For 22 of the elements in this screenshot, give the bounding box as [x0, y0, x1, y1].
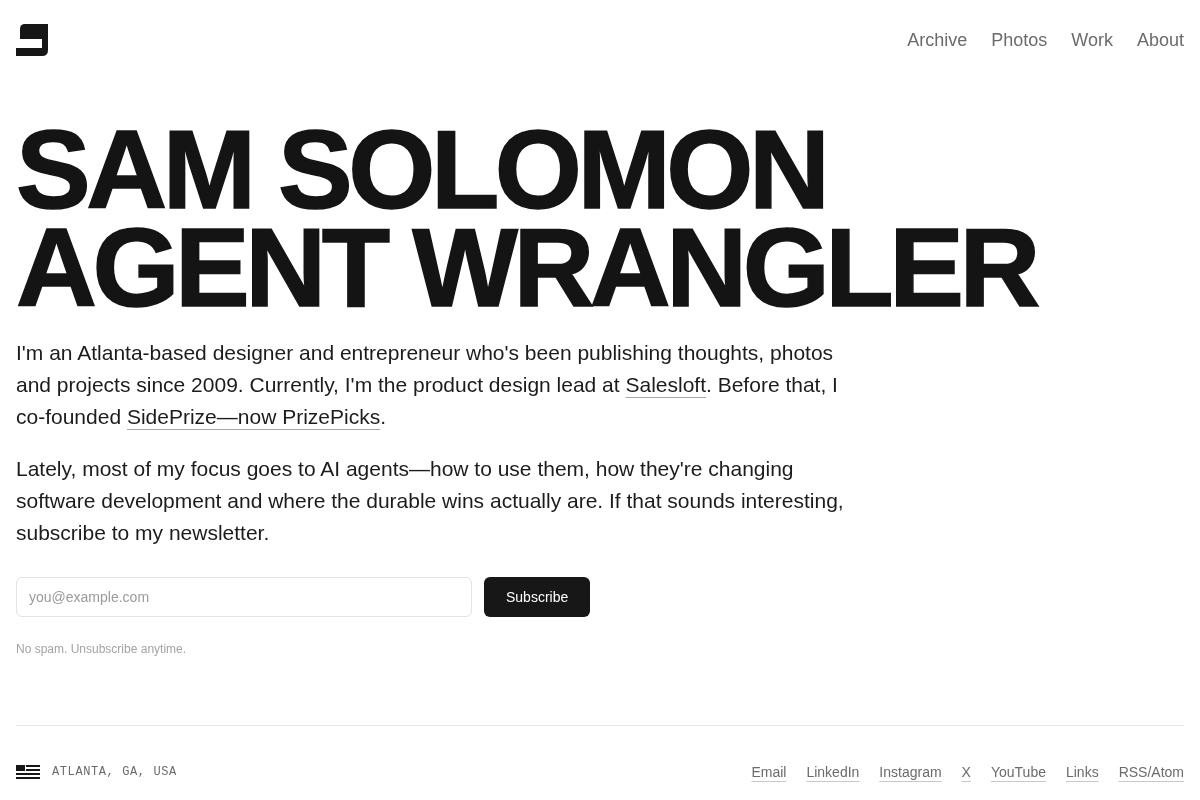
footer-link[interactable]: X: [961, 762, 971, 782]
subscribe-button[interactable]: Subscribe: [484, 577, 591, 617]
text-link[interactable]: SidePrize—now PrizePicks: [126, 405, 381, 428]
intro-paragraph: I'm an Atlanta-based designer and entrepreneur who's been publishing thoughts, photos and projects since 2009. Currently, I'm the product design lead at Salesloft. Before that, I co-founded SidePrize—now PrizePicks.: [16, 340, 839, 430]
footer-link[interactable]: YouTube: [990, 762, 1046, 782]
nav-link[interactable]: Work: [1071, 26, 1113, 54]
newsletter-note: No spam. Unsubscribe anytime.: [16, 641, 188, 657]
footer-link[interactable]: RSS/Atom: [1118, 762, 1184, 782]
nav-link[interactable]: Archive: [907, 26, 968, 54]
footer-link[interactable]: LinkedIn: [806, 762, 860, 782]
s-logo-icon[interactable]: [16, 24, 48, 56]
nav-link[interactable]: Photos: [991, 26, 1048, 54]
flag-icon: [16, 765, 40, 779]
footer-link[interactable]: Instagram: [879, 762, 942, 782]
location-text: ATLANTA, GA, USA: [52, 764, 177, 781]
footer-link[interactable]: Email: [751, 762, 787, 782]
hero-title: SAM SOLOMON AGENT WRANGLER: [16, 121, 1038, 317]
text-link[interactable]: Salesloft: [625, 373, 706, 396]
email-input-field[interactable]: you@example.com: [16, 577, 472, 617]
footer-link[interactable]: Links: [1065, 762, 1099, 782]
nav-link[interactable]: About: [1136, 26, 1184, 54]
intro-paragraph: Lately, most of my focus goes to AI agents—how to use them, how they're changing software development and where the durable wins actually are. If that sounds interesting, subscribe to my newsletter.: [16, 456, 845, 546]
